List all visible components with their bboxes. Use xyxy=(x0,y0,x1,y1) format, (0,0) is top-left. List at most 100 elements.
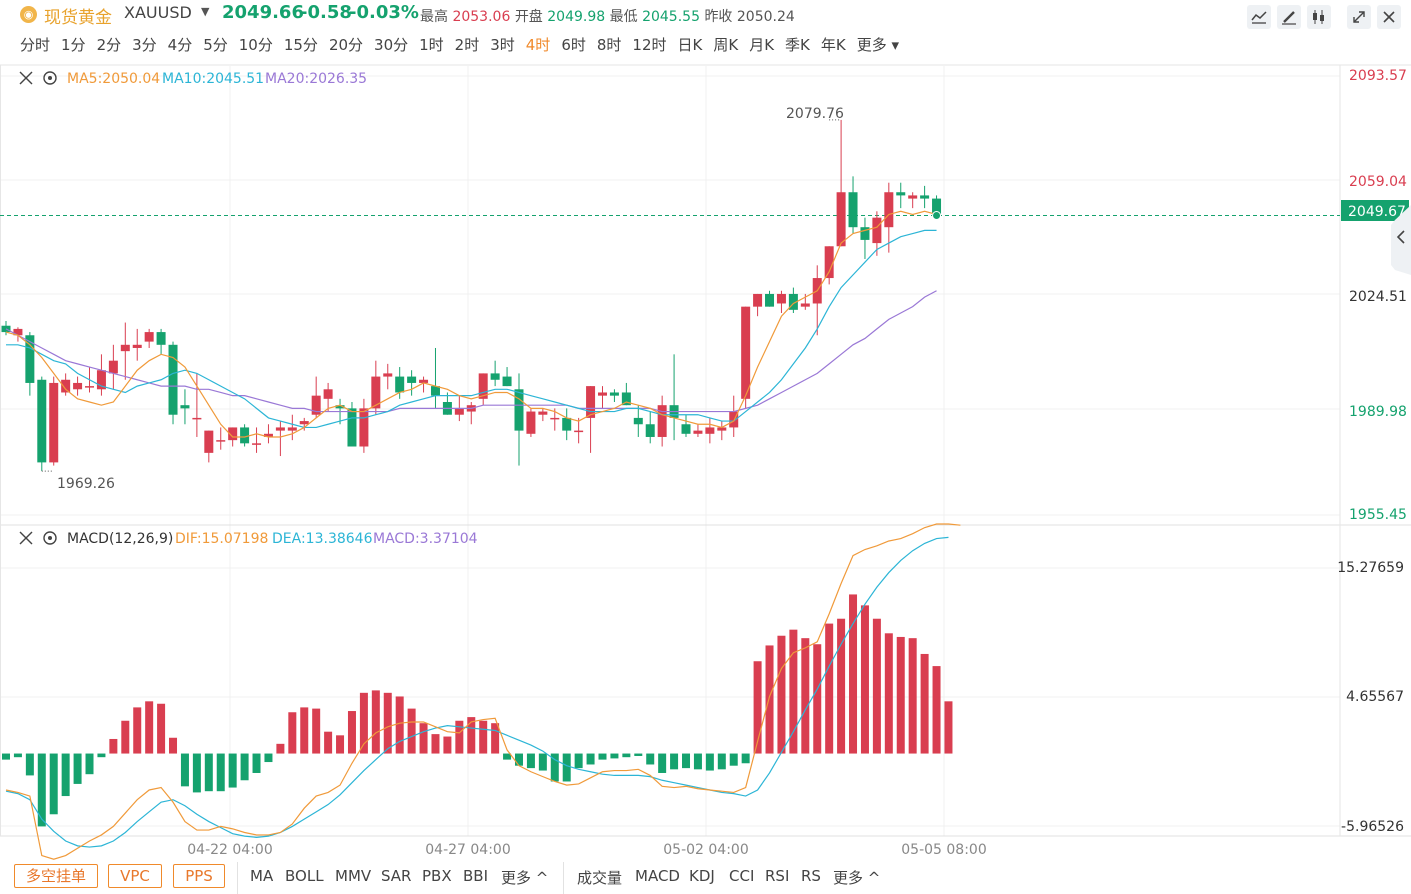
sub-indicator-tab[interactable]: 成交量 xyxy=(577,867,622,888)
candle-body xyxy=(645,424,655,437)
order-button-pps[interactable]: PPS xyxy=(173,864,225,888)
candle-body xyxy=(407,376,417,383)
macd-histogram-bar xyxy=(2,753,10,760)
macd-histogram-bar xyxy=(169,737,178,754)
macd-histogram-bar xyxy=(97,753,106,758)
macd-histogram-bar xyxy=(872,618,881,754)
macd-histogram-bar xyxy=(729,753,738,766)
main-indicator-tab[interactable]: SAR xyxy=(381,867,411,885)
macd-histogram-bar xyxy=(431,734,440,754)
macd-histogram-bar xyxy=(765,645,774,754)
main-indicator-tab[interactable]: MA xyxy=(250,867,273,885)
macd-histogram-bar xyxy=(240,753,249,781)
macd-histogram-bar xyxy=(288,712,297,754)
candle-body xyxy=(144,332,154,342)
macd-histogram-bar xyxy=(598,753,607,760)
main-indicator-tab[interactable]: BBI xyxy=(463,867,488,885)
bar-divider xyxy=(237,862,238,894)
sub-indicator-tab[interactable]: CCI xyxy=(729,867,754,885)
indicator-bar: 多空挂单 VPC PPS MA BOLL MMV SAR PBX BBI 更多 ^ 成交量 MACD K… xyxy=(0,862,1411,894)
main-indicator-tab[interactable]: PBX xyxy=(422,867,452,885)
candle-body xyxy=(120,344,130,352)
candle-body xyxy=(908,195,918,199)
macd-histogram-bar xyxy=(419,723,428,754)
macd-histogram-bar xyxy=(622,753,631,758)
macd-close-icon[interactable] xyxy=(19,531,33,545)
main-close-icon[interactable] xyxy=(19,71,33,85)
candle-body xyxy=(693,430,703,434)
candle-body xyxy=(598,392,607,396)
sub-indicator-tab[interactable]: KDJ xyxy=(689,867,715,885)
sub-indicator-tab[interactable]: RSI xyxy=(765,867,789,885)
candle-body xyxy=(204,430,214,453)
macd-histogram-bar xyxy=(347,711,356,754)
macd-histogram-bar xyxy=(682,753,691,769)
ma10-line xyxy=(6,229,937,429)
candle-body xyxy=(168,344,178,415)
macd-settings-icon[interactable] xyxy=(43,531,57,545)
sub-indicator-tab[interactable]: RS xyxy=(801,867,821,885)
candle-body xyxy=(848,192,858,228)
low-marker-label: 1969.26 xyxy=(57,476,115,492)
macd-histogram-bar xyxy=(538,753,547,771)
candle-body xyxy=(502,376,512,387)
order-button-多空挂单[interactable]: 多空挂单 xyxy=(14,864,98,888)
candle-body xyxy=(657,405,667,437)
price-axis-tick-label: 2059.04 xyxy=(1349,174,1407,190)
price-axis-tick-label: 2093.57 xyxy=(1349,68,1407,84)
order-button-vpc[interactable]: VPC xyxy=(108,864,162,888)
candle-body xyxy=(108,360,118,374)
macd-histogram-bar xyxy=(324,731,333,754)
macd-histogram-bar xyxy=(825,623,834,754)
macd-histogram-bar xyxy=(693,753,702,770)
main-indicator-tab[interactable]: MMV xyxy=(335,867,371,885)
macd-histogram-bar xyxy=(336,735,345,754)
candle-body xyxy=(920,195,930,199)
candle-body xyxy=(824,246,834,279)
candle-body xyxy=(896,192,906,196)
macd-histogram-bar xyxy=(252,753,261,773)
candle-body xyxy=(776,293,786,304)
macd-histogram-bar xyxy=(670,753,679,770)
macd-histogram-bar xyxy=(932,666,941,754)
price-axis-tick-label: 1955.45 xyxy=(1349,507,1407,523)
macd-histogram-bar xyxy=(192,753,201,793)
macd-histogram-bar xyxy=(371,690,380,754)
macd-histogram-bar xyxy=(109,738,118,754)
candle-body xyxy=(490,373,500,380)
candle-body xyxy=(836,192,846,247)
kline-chart[interactable]: 04-22 04:00 04-27 04:00 05-02 04:00 05-05 0… xyxy=(0,0,1411,862)
price-axis-tick-label: 2024.51 xyxy=(1349,289,1407,305)
main-indicator-tab[interactable]: BOLL xyxy=(285,867,324,885)
macd-histogram-bar xyxy=(860,605,869,754)
bar-divider xyxy=(563,862,564,894)
price-axis-tick-label: 1989.98 xyxy=(1349,404,1407,420)
macd-histogram-bar xyxy=(705,753,714,771)
macd-histogram-bar xyxy=(61,753,70,797)
candle-body xyxy=(574,430,584,433)
sub-indicator-tab[interactable]: MACD xyxy=(635,867,680,885)
macd-title: MACD(12,26,9) xyxy=(67,531,173,547)
macd-histogram-bar xyxy=(216,753,225,792)
candle-body xyxy=(37,379,47,463)
macd-histogram-bar xyxy=(443,736,452,754)
dif-label: DIF:15.07198 xyxy=(175,531,268,547)
macd-axis-tick-label: 15.27659 xyxy=(1337,560,1404,576)
macd-histogram-bar xyxy=(25,753,34,776)
macd-histogram-bar xyxy=(407,708,416,754)
main-indicator-tab[interactable]: 更多 ^ xyxy=(501,867,548,888)
candle-body xyxy=(216,440,226,442)
macd-histogram-bar xyxy=(49,753,58,815)
macd-histogram-bar xyxy=(491,723,500,754)
macd-histogram-bar xyxy=(717,753,726,770)
candle-body xyxy=(359,408,369,447)
candle-body xyxy=(275,427,285,431)
macd-histogram-bar xyxy=(789,629,798,754)
macd-histogram-bar xyxy=(526,753,535,769)
sub-indicator-tab[interactable]: 更多 ^ xyxy=(833,867,880,888)
macd-histogram-bar xyxy=(777,635,786,754)
macd-histogram-bar xyxy=(121,720,130,754)
main-settings-icon[interactable] xyxy=(43,71,57,85)
macd-value-label: MACD:3.37104 xyxy=(373,531,478,547)
macd-histogram-bar xyxy=(455,720,464,754)
